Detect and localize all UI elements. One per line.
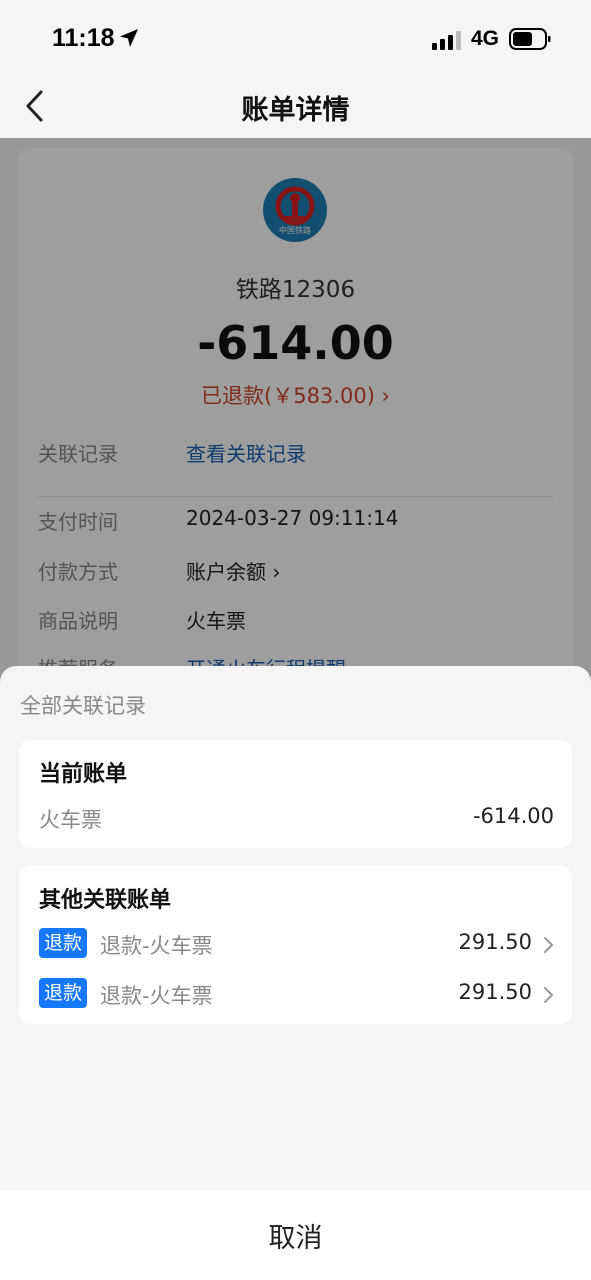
bill-desc: 退款-火车票 (100, 984, 213, 1008)
bill-desc: 火车票 (39, 808, 102, 832)
bill-desc: 退款-火车票 (100, 934, 213, 958)
refund-tag: 退款 (39, 978, 88, 1008)
nav-bar: 账单详情 (0, 76, 591, 138)
chevron-right-icon (544, 987, 553, 1003)
current-bill-row: 火车票 -614.00 (39, 804, 554, 836)
refund-tag: 退款 (39, 928, 88, 958)
cancel-button[interactable]: 取消 (0, 1216, 591, 1255)
current-bill-heading: 当前账单 (39, 762, 128, 787)
page-title: 账单详情 (241, 95, 350, 126)
status-time: 11:18 (52, 24, 115, 52)
bill-amount: 291.50 (458, 980, 532, 1004)
bill-amount: 291.50 (458, 930, 532, 954)
other-bills-heading: 其他关联账单 (39, 888, 172, 913)
other-bills-card: 其他关联账单 退款 退款-火车票 291.50 退款 退款-火车票 291.50 (19, 866, 572, 1024)
cancel-bar: 取消 (0, 1190, 591, 1280)
battery-icon (509, 28, 551, 50)
status-bar: 11:18 4G (0, 0, 591, 76)
network-type: 4G (471, 27, 500, 50)
list-item[interactable]: 退款 退款-火车票 291.50 (39, 928, 554, 962)
cellular-signal-icon (432, 31, 461, 50)
bill-amount: -614.00 (472, 804, 554, 828)
chevron-right-icon (544, 937, 553, 953)
location-arrow-icon (120, 29, 138, 47)
list-item[interactable]: 退款 退款-火车票 291.50 (39, 978, 554, 1012)
related-records-sheet: 全部关联记录 当前账单 火车票 -614.00 其他关联账单 退款 退款-火车票… (0, 666, 591, 1280)
current-bill-card: 当前账单 火车票 -614.00 (19, 740, 572, 848)
sheet-title: 全部关联记录 (20, 694, 146, 718)
